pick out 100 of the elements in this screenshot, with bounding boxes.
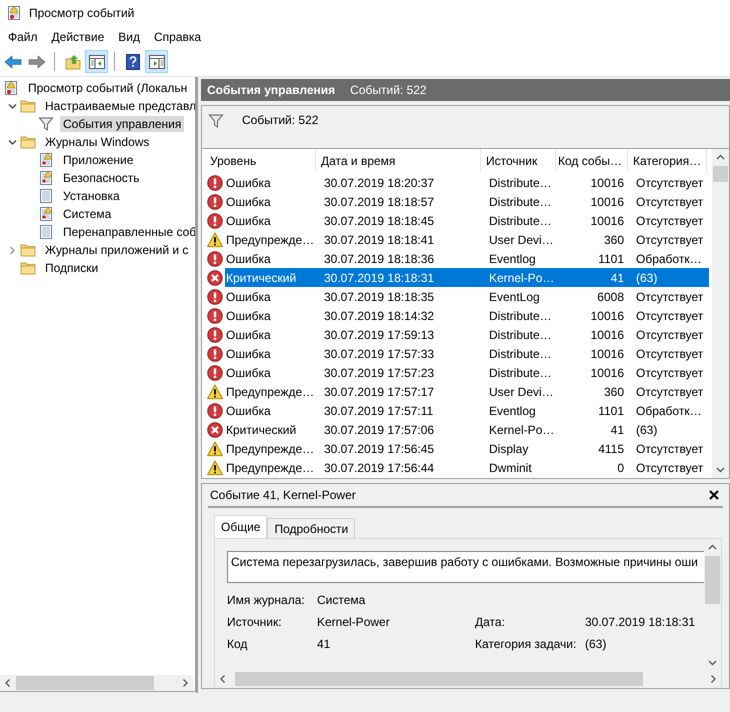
table-row[interactable]: Ошибка 30.07.2019 18:18:35 EventLog 6008 Отсутствует [225,287,709,306]
table-row[interactable]: Ошибка 30.07.2019 17:59:13 Distribute… 10016 Отсутствует [225,325,709,344]
table-row[interactable]: Ошибка 30.07.2019 18:14:32 Distribute… 10016 Отсутствует [225,306,709,325]
help-icon [124,54,140,70]
table-row[interactable]: Ошибка 30.07.2019 18:20:37 Distribute… 10016 Отсутствует [225,173,709,192]
table-row[interactable]: Предупрежде… 30.07.2019 17:56:44 Dwminit 0 Отсутствует [225,458,709,477]
table-row[interactable]: Предупрежде… 30.07.2019 18:18:41 User Devi… 360 Отсутствует [225,230,709,249]
tree-item[interactable]: Просмотр событий (Локальн [25,80,190,96]
folder-icon [64,54,80,70]
table-cell-text: 30.07.2019 18:18:35 [323,290,436,304]
field-label: Имя журнала: [227,593,306,607]
error-icon [207,250,223,266]
chevron-icon[interactable] [8,138,16,146]
event-log-icon [3,80,19,96]
menu-item[interactable]: Справка [147,26,208,46]
table-row[interactable]: Предупрежде… 30.07.2019 17:57:17 User Devi… 360 Отсутствует [225,382,709,401]
scroll-thumb[interactable] [16,676,154,690]
table-row[interactable]: Критический 30.07.2019 18:18:31 Kernel-Po… 41 (63) [225,268,709,287]
tree-item[interactable]: События управления [60,116,184,132]
table-cell-text: 10016 [590,214,625,228]
table-cell-text: Distribute… [488,366,553,380]
table-cell-text: 41 [610,422,625,436]
horizontal-scrollbar[interactable] [0,675,193,691]
table-row[interactable]: Ошибка 30.07.2019 17:57:33 Distribute… 10016 Отсутствует [225,344,709,363]
action-pane-button[interactable] [145,50,168,73]
menu-item[interactable]: Файл [1,26,45,46]
field-value: Kernel-Power [317,615,391,629]
scroll-thumb[interactable] [713,166,728,182]
field-value: 30.07.2019 18:18:31 [585,615,696,629]
table-cell-text: 30.07.2019 17:57:23 [323,366,436,380]
tree-item[interactable]: Настраиваемые представл [42,98,195,114]
table-cell-text: 10016 [590,328,625,342]
table-row[interactable]: Ошибка 30.07.2019 17:57:11 Eventlog 1101 Обработк… [225,401,709,420]
tree-item[interactable]: Журналы Windows [42,134,152,150]
tab[interactable]: Подробности [267,518,356,538]
scroll-thumb[interactable] [235,672,643,686]
tree-item[interactable]: Система [60,206,114,222]
folder-icon [20,242,36,258]
tree-item[interactable]: Приложение [60,152,136,168]
filter-summary: Событий: 522 [242,113,318,127]
table-cell-text: User Devi… [488,384,555,398]
field-label: Источник: [227,615,283,629]
error-icon [207,346,223,362]
table-cell-text: 10016 [590,194,625,208]
table-row[interactable]: Ошибка 30.07.2019 17:57:23 Distribute… 10016 Отсутствует [225,363,709,382]
table-row[interactable]: Предупрежде… 30.07.2019 17:56:45 Display 4115 Отсутствует [225,439,709,458]
table-cell-text: Обработк… [635,404,703,418]
menu-item[interactable]: Вид [111,26,147,46]
folder-icon [20,260,36,276]
tree-item[interactable]: Установка [60,188,123,204]
table-cell-text: Ошибка [225,252,272,266]
table-cell-text: 30.07.2019 17:57:17 [323,384,436,398]
table-row[interactable]: Ошибка 30.07.2019 18:18:45 Distribute… 10016 Отсутствует [225,211,709,230]
table-row[interactable]: Ошибка 30.07.2019 18:18:36 Eventlog 1101 Обработк… [225,249,709,268]
table-cell-text: 360 [602,232,625,246]
error-icon [207,364,223,380]
table-cell-text: 30.07.2019 18:18:45 [323,214,436,228]
table-cell-text: Отсутствует [635,460,704,474]
table-cell-text: (63) [635,422,658,436]
menu-item[interactable]: Действие [44,26,112,46]
table-cell-text: 30.07.2019 17:57:06 [323,422,436,436]
table-row[interactable]: Ошибка 30.07.2019 18:18:57 Distribute… 10016 Отсутствует [225,192,709,211]
event-log-icon [6,4,22,20]
table-cell-text: 30.07.2019 17:56:45 [323,442,436,456]
tree-item[interactable]: Подписки [42,260,102,276]
table-cell-text: Ошибка [225,366,272,380]
vertical-scrollbar[interactable] [712,149,729,478]
tree-item[interactable]: Журналы приложений и с [42,242,192,258]
table-cell-text: 30.07.2019 18:14:32 [323,308,436,322]
log-icon [38,224,54,240]
chevron-icon[interactable] [8,102,16,110]
critical-icon [207,422,223,438]
filter-icon [208,113,224,129]
tab[interactable]: Общие [214,515,268,538]
panel-icon [148,54,166,70]
table-cell-text: Ошибка [225,194,272,208]
column-header[interactable]: Дата и время [316,149,481,173]
table-cell-text: 1101 [597,252,625,266]
table-row[interactable]: Критический 30.07.2019 17:57:06 Kernel-Po… 41 (63) [225,420,709,439]
tree-item[interactable]: Безопасность [60,170,143,186]
column-header[interactable]: Источник [481,149,556,173]
table-cell-text: EventLog [488,290,541,304]
table-cell-text: 30.07.2019 17:56:44 [323,460,436,474]
table-cell-text: 30.07.2019 17:59:13 [323,328,436,342]
horizontal-scrollbar[interactable] [215,671,721,687]
folder-icon [20,134,36,150]
close-icon[interactable] [709,490,719,500]
field-label: Код [227,637,248,651]
field-value: 41 [317,637,332,651]
right-arrow-icon [28,54,46,70]
console-tree-button[interactable] [85,50,108,73]
table-cell-text: Distribute… [488,194,553,208]
error-icon [207,326,223,342]
column-header[interactable]: Категория… [628,149,707,173]
column-header[interactable]: Уровень [205,149,316,173]
column-header[interactable]: Код собы… [556,149,628,173]
scroll-thumb[interactable] [705,556,720,604]
table-cell-text: Eventlog [488,404,537,418]
table-cell-text: 30.07.2019 18:20:37 [323,176,436,190]
table-cell-text: Ошибка [225,290,272,304]
